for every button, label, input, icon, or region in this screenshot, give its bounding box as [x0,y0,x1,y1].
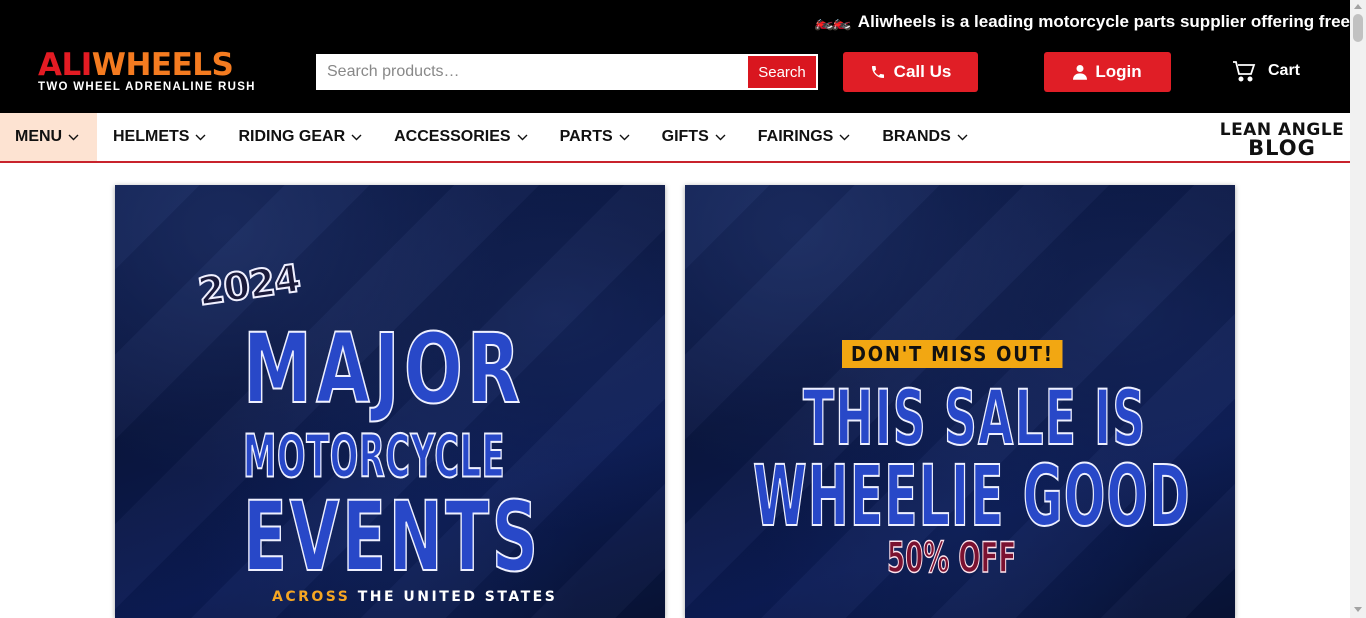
logo-wordmark: ALIWHEELS [38,47,234,83]
scroll-thumb[interactable] [1353,14,1363,42]
login-label: Login [1095,62,1142,81]
nav-item-fairings[interactable]: FAIRINGS [742,113,867,161]
phone-icon [871,66,884,78]
announcement-ticker: 🏍️🏍️ Aliwheels is a leading motorcycle p… [814,12,1350,32]
banner-headline-line-1: MAJOR [242,312,525,426]
nav-label: GIFTS [661,128,709,145]
call-us-label: Call Us [893,62,952,81]
site-logo[interactable]: ALIWHEELS TWO WHEEL ADRENALINE RUSH [38,47,283,94]
cart-label: Cart [1268,62,1301,79]
chevron-down-icon [68,134,79,140]
call-us-button[interactable]: Call Us [843,52,978,92]
chevron-down-icon [517,134,528,140]
scroll-down-icon[interactable] [1354,607,1362,612]
events-banner[interactable]: 2024 MAJOR MOTORCYCLE EVENTS ACROSS THE … [115,185,665,618]
cart-link[interactable]: Cart [1232,60,1300,82]
page-scrollbar[interactable] [1350,0,1366,618]
scroll-up-icon[interactable] [1354,4,1362,9]
nav-item-riding-gear[interactable]: RIDING GEAR [222,113,378,161]
chevron-down-icon [351,134,362,140]
motorcycle-icon: 🏍️🏍️ [813,14,852,31]
sale-banner[interactable]: DON'T MISS OUT! THIS SALE IS WHEELIE GOO… [685,185,1235,618]
chevron-down-icon [619,134,630,140]
login-button[interactable]: Login [1044,52,1171,92]
chevron-down-icon [839,134,850,140]
nav-label: BRANDS [882,128,951,145]
nav-label: PARTS [559,128,613,145]
search-button[interactable]: Search [748,56,816,88]
lean-angle-blog-link[interactable]: LEAN ANGLE BLOG [1214,121,1350,160]
blog-line-2: BLOG [1248,136,1316,160]
banner-year: 2024 [194,255,303,315]
main-nav: MENU HELMETS RIDING GEAR ACCESSORIES PAR… [0,113,1350,163]
chevron-down-icon [957,134,968,140]
nav-item-gifts[interactable]: GIFTS [646,113,742,161]
sale-discount: 50% OFF [887,532,1017,583]
nav-label: ACCESSORIES [394,128,511,145]
nav-item-menu[interactable]: MENU [0,113,97,161]
chevron-down-icon [195,134,206,140]
cart-icon [1233,61,1256,82]
nav-item-helmets[interactable]: HELMETS [97,113,222,161]
nav-label: HELMETS [113,128,190,145]
top-header: 🏍️🏍️ Aliwheels is a leading motorcycle p… [0,0,1350,113]
banner-headline-line-3: EVENTS [242,480,541,594]
chevron-down-icon [715,134,726,140]
logo-tagline: TWO WHEEL ADRENALINE RUSH [38,81,256,93]
nav-label: RIDING GEAR [238,128,346,145]
nav-label: FAIRINGS [757,128,834,145]
nav-item-accessories[interactable]: ACCESSORIES [378,113,543,161]
ticker-text: Aliwheels is a leading motorcycle parts … [857,12,1350,31]
search-bar: Search [316,54,818,90]
search-input[interactable] [318,56,748,88]
nav-item-parts[interactable]: PARTS [544,113,646,161]
banner-subtitle: ACROSS THE UNITED STATES [272,589,558,605]
nav-label: MENU [15,128,63,145]
nav-item-brands[interactable]: BRANDS [866,113,983,161]
user-icon [1073,65,1088,80]
sale-headline-line-2: WHEELIE GOOD [752,446,1191,546]
sale-tag: DON'T MISS OUT! [842,340,1063,368]
